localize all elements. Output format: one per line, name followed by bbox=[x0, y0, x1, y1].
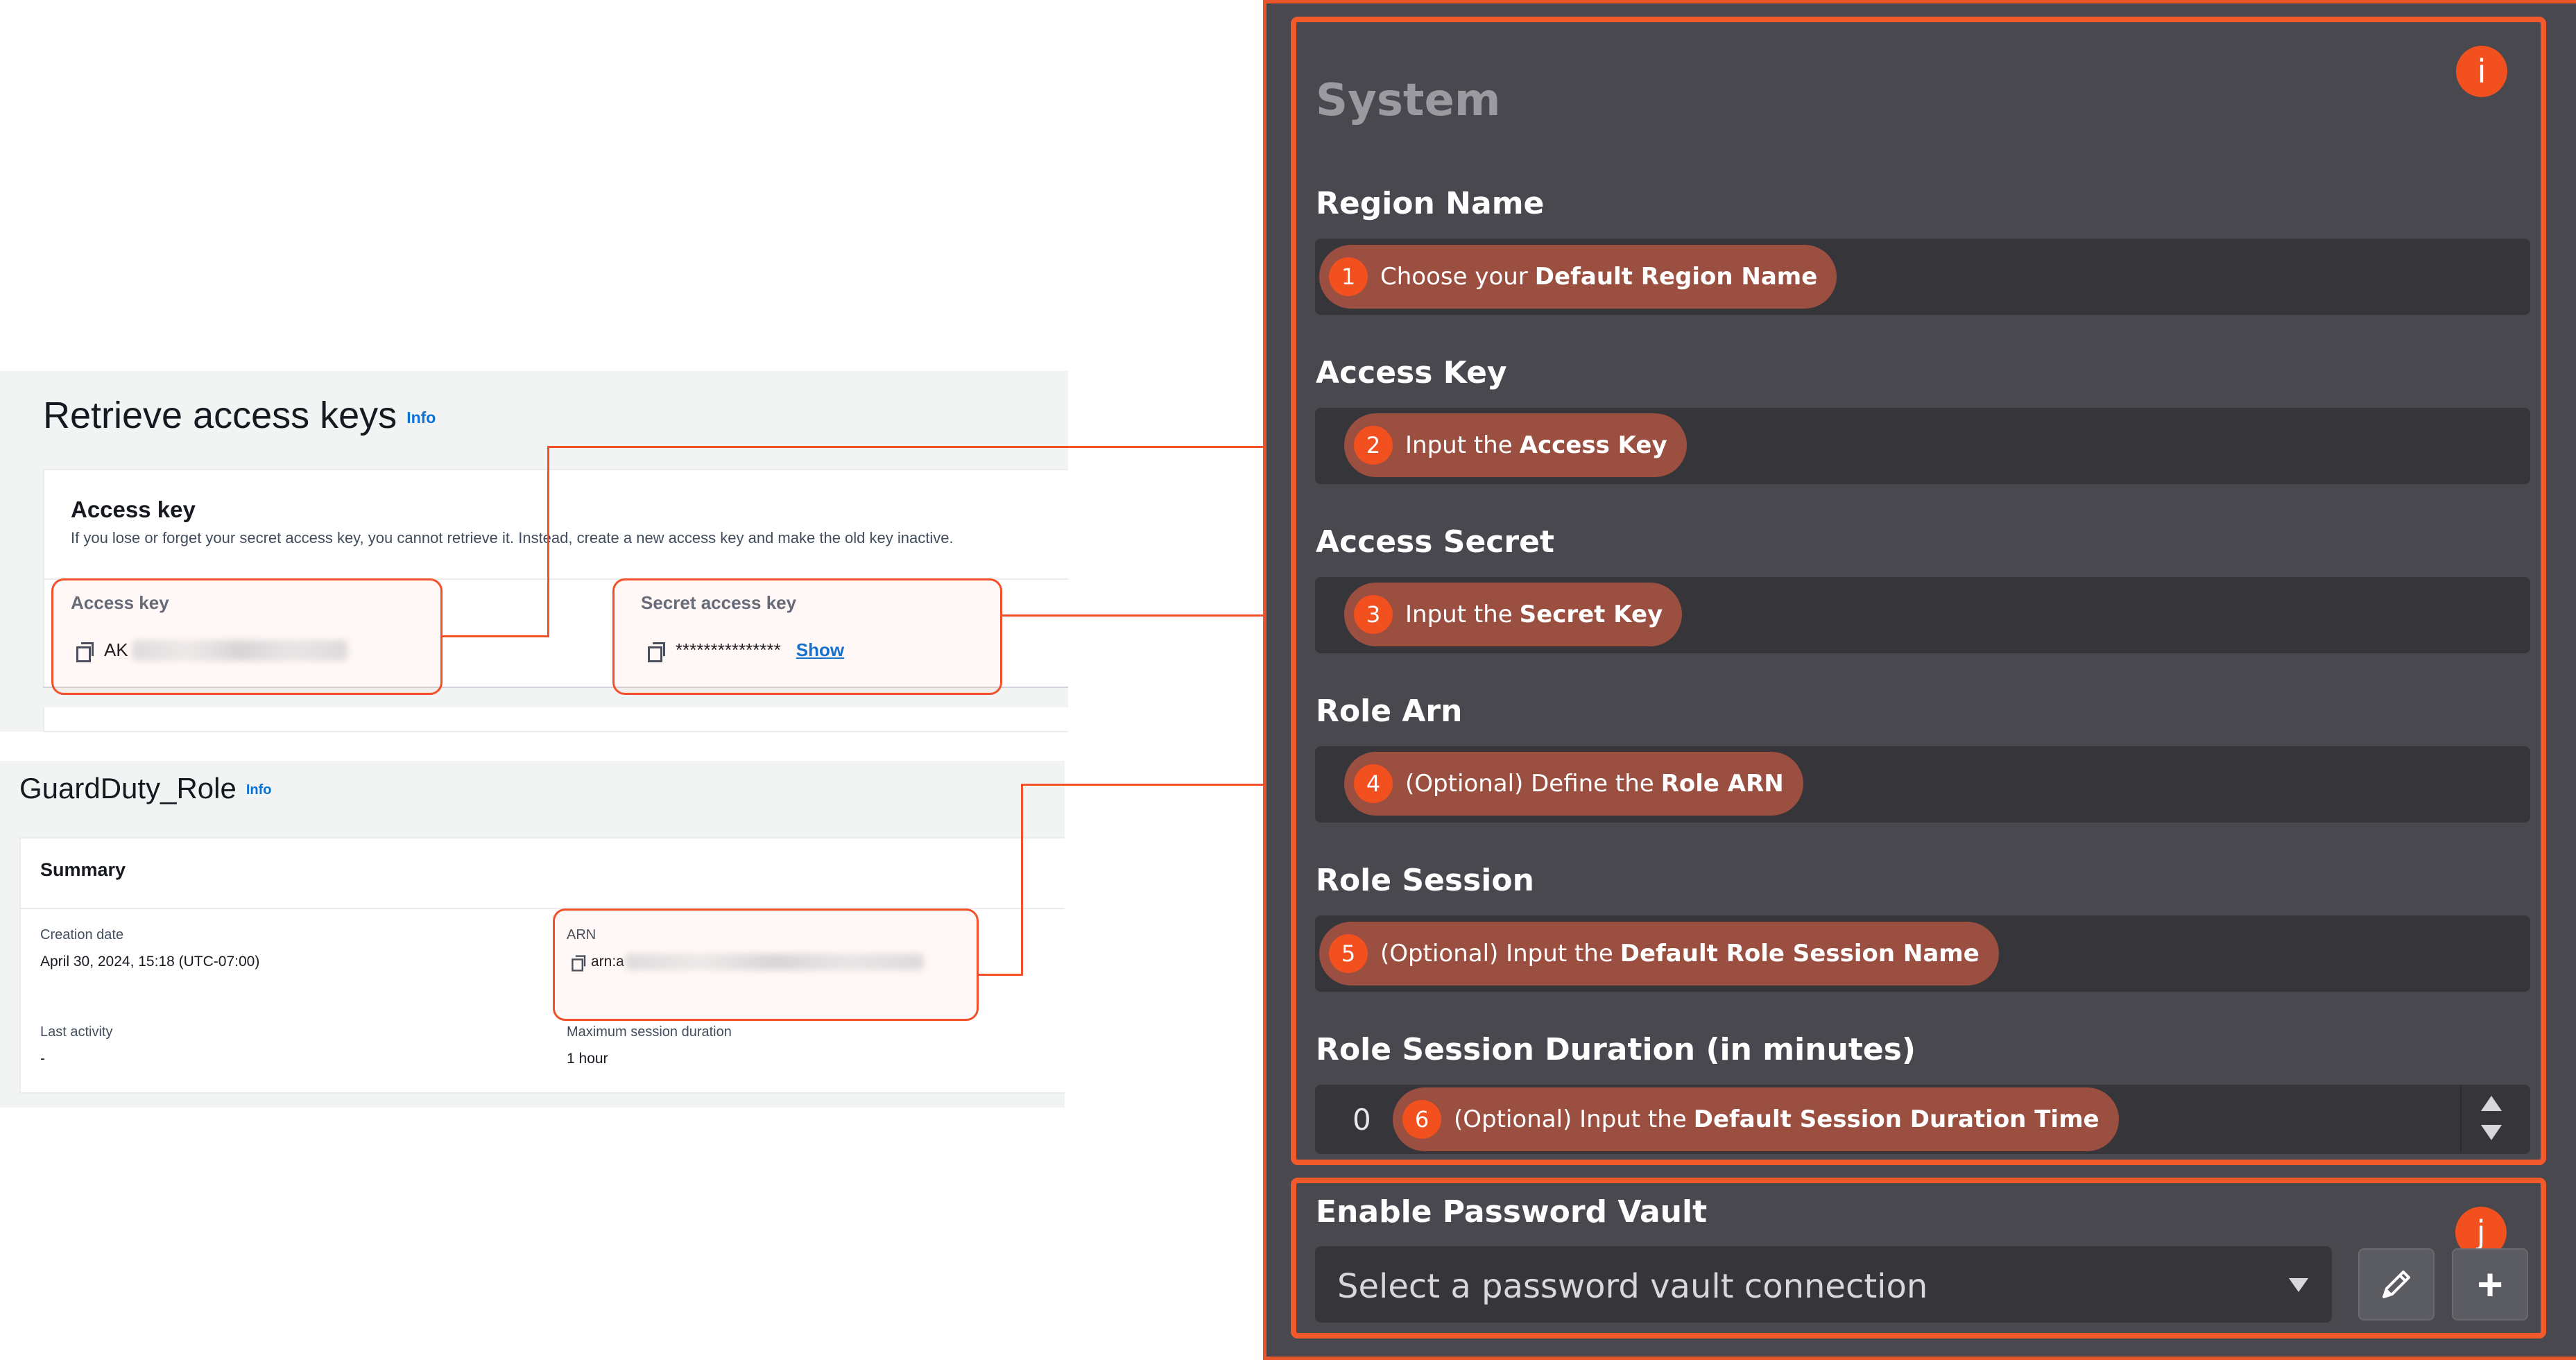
edit-vault-button[interactable] bbox=[2358, 1248, 2435, 1320]
system-section-title: System bbox=[1316, 75, 1501, 126]
info-badge-i: i bbox=[2456, 46, 2507, 97]
enable-password-vault-label: Enable Password Vault bbox=[1316, 1194, 1708, 1230]
plus-icon: + bbox=[2477, 1259, 2503, 1309]
spinner-divider bbox=[2460, 1086, 2462, 1153]
access-secret-hint: 3 Input the Secret Key bbox=[1344, 583, 1683, 646]
access-keys-info-link[interactable]: Info bbox=[406, 408, 436, 427]
access-keys-page-title: Retrieve access keys Info bbox=[43, 394, 436, 437]
role-session-label: Role Session bbox=[1316, 863, 1534, 898]
secret-key-highlight bbox=[612, 578, 1002, 695]
hint-text: Input the bbox=[1405, 601, 1513, 628]
hint-text: (Optional) Input the bbox=[1380, 940, 1613, 967]
region-name-hint: 1 Choose your Default Region Name bbox=[1319, 245, 1837, 309]
password-vault-select[interactable]: Select a password vault connection bbox=[1315, 1246, 2332, 1323]
add-vault-button[interactable]: + bbox=[2452, 1248, 2528, 1320]
creation-date-label: Creation date bbox=[40, 927, 124, 942]
role-title-text: GuardDuty_Role bbox=[19, 772, 237, 804]
role-session-duration-hint: 6 (Optional) Input the Default Session D… bbox=[1393, 1087, 2119, 1151]
step-badge: 1 bbox=[1329, 257, 1368, 296]
max-session-value: 1 hour bbox=[567, 1051, 608, 1067]
hint-text: Choose your bbox=[1380, 263, 1528, 291]
access-keys-title-text: Retrieve access keys bbox=[43, 395, 397, 436]
decrement-arrow-icon[interactable] bbox=[2481, 1125, 2502, 1140]
summary-heading: Summary bbox=[40, 859, 126, 880]
step-badge: 3 bbox=[1354, 595, 1393, 634]
step-badge: 4 bbox=[1354, 764, 1393, 803]
arn-highlight bbox=[553, 909, 979, 1021]
hint-text: (Optional) Define the bbox=[1405, 770, 1654, 798]
hint-emphasis: Secret Key bbox=[1519, 601, 1663, 628]
connector-line bbox=[443, 635, 549, 637]
connector-line bbox=[979, 974, 1023, 976]
connector-line bbox=[547, 446, 1331, 448]
hint-emphasis: Access Key bbox=[1519, 431, 1667, 459]
duration-spinner[interactable] bbox=[2460, 1086, 2523, 1153]
access-key-card-heading: Access key bbox=[71, 497, 196, 522]
hint-emphasis: Default Role Session Name bbox=[1620, 940, 1980, 967]
step-badge: 5 bbox=[1329, 934, 1368, 973]
role-page-title: GuardDuty_Role Info bbox=[19, 772, 271, 805]
step-badge: 6 bbox=[1402, 1100, 1441, 1139]
last-activity-value: - bbox=[40, 1051, 45, 1067]
max-session-label: Maximum session duration bbox=[567, 1024, 732, 1040]
chevron-down-icon bbox=[2289, 1278, 2308, 1292]
step-badge: 2 bbox=[1354, 426, 1393, 465]
hint-emphasis: Role ARN bbox=[1660, 770, 1784, 798]
role-arn-label: Role Arn bbox=[1316, 694, 1463, 729]
hint-emphasis: Default Region Name bbox=[1534, 263, 1818, 291]
access-key-description: If you lose or forget your secret access… bbox=[71, 529, 954, 546]
region-name-label: Region Name bbox=[1316, 186, 1545, 221]
access-key-highlight bbox=[51, 578, 443, 695]
role-arn-hint: 4 (Optional) Define the Role ARN bbox=[1344, 752, 1803, 816]
role-info-link[interactable]: Info bbox=[246, 782, 272, 798]
access-secret-label: Access Secret bbox=[1316, 524, 1554, 560]
access-key-hint: 2 Input the Access Key bbox=[1344, 413, 1687, 477]
hint-text: Input the bbox=[1405, 431, 1513, 459]
pencil-icon bbox=[2382, 1271, 2410, 1298]
role-session-duration-label: Role Session Duration (in minutes) bbox=[1316, 1032, 1916, 1067]
hint-emphasis: Default Session Duration Time bbox=[1693, 1105, 2100, 1133]
hint-text: (Optional) Input the bbox=[1454, 1105, 1687, 1133]
duration-value: 0 bbox=[1353, 1103, 1371, 1137]
access-key-field-label: Access Key bbox=[1316, 355, 1507, 390]
creation-date-value: April 30, 2024, 15:18 (UTC-07:00) bbox=[40, 954, 260, 970]
connector-line bbox=[547, 446, 549, 637]
vault-select-placeholder: Select a password vault connection bbox=[1337, 1267, 1928, 1306]
role-session-hint: 5 (Optional) Input the Default Role Sess… bbox=[1319, 922, 1999, 985]
last-activity-label: Last activity bbox=[40, 1024, 113, 1040]
connector-line bbox=[1021, 784, 1023, 976]
increment-arrow-icon[interactable] bbox=[2481, 1096, 2502, 1111]
